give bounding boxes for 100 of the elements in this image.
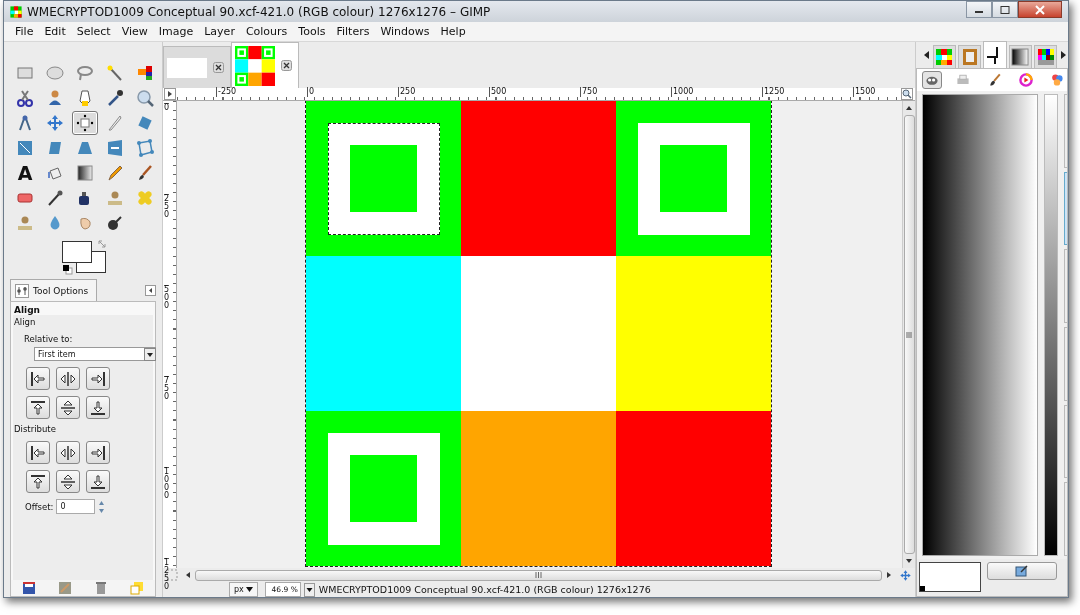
right-arrow-icon[interactable] — [1061, 51, 1066, 59]
dock-tab[interactable] — [1008, 45, 1032, 68]
up-arrow-icon[interactable] — [905, 105, 913, 111]
tool-button[interactable] — [72, 111, 98, 135]
distribute-button[interactable] — [86, 441, 110, 464]
lasso-icon — [75, 63, 95, 83]
close-icon[interactable] — [213, 62, 224, 73]
relative-label: Relative to: — [23, 333, 74, 345]
airbrush-icon — [45, 188, 65, 208]
wand-icon — [105, 63, 125, 83]
magnifier-icon[interactable] — [901, 88, 913, 100]
menu-item[interactable]: Help — [435, 25, 472, 38]
menu-item[interactable]: Edit — [39, 25, 72, 38]
tool-button[interactable]: A — [12, 161, 38, 185]
window-title: WMECRYPTOD1009 Conceptual 90.xcf-421.0 (RGB colour) 1276x1276 – GIMP — [27, 4, 491, 19]
status-text: WMECRYPTOD1009 Conceptual 90.xcf-421.0 (RGB colour) 1276x1276 — [318, 584, 651, 595]
dock-tool-button[interactable] — [922, 71, 943, 89]
default-colors-icon[interactable] — [63, 265, 73, 275]
align-button[interactable] — [56, 396, 80, 419]
options-title: Align — [13, 305, 41, 315]
grip-icon — [906, 331, 912, 338]
distribute-button[interactable] — [26, 470, 50, 493]
ruler-label: -250 — [216, 87, 237, 97]
close-icon — [1035, 4, 1045, 15]
align-bottom-icon — [89, 472, 107, 491]
color-swatches[interactable] — [62, 241, 106, 273]
scissors-icon — [15, 88, 35, 108]
magnifier-icon — [135, 88, 155, 108]
align-right-icon — [89, 369, 107, 388]
color-blocks-icon — [135, 63, 155, 83]
save-icon[interactable] — [22, 581, 36, 595]
sliders-icon — [15, 283, 29, 298]
blank-thumbnail — [167, 57, 207, 78]
menu-item[interactable]: Filters — [331, 25, 376, 38]
caret-icon[interactable] — [303, 582, 315, 597]
menu-item[interactable]: Layer — [199, 25, 241, 38]
tab-menu-icon[interactable] — [145, 285, 156, 296]
menu-item[interactable]: File — [10, 25, 40, 38]
align-button[interactable] — [26, 367, 50, 390]
gradient-icon — [1010, 47, 1031, 67]
dock-tab[interactable] — [1033, 45, 1058, 68]
menu-item[interactable]: Image — [153, 25, 200, 38]
distribute-button[interactable] — [56, 470, 80, 493]
edit-button[interactable] — [987, 562, 1057, 580]
close-button[interactable] — [1018, 1, 1062, 18]
tool-options-tab[interactable]: Tool Options — [10, 279, 98, 301]
pencil-note-icon — [1015, 565, 1029, 577]
align-middle-icon — [59, 472, 77, 491]
menu-item[interactable]: Colours — [240, 25, 294, 38]
align-right-icon — [89, 443, 107, 462]
minimize-button[interactable] — [966, 1, 992, 18]
distribute-button[interactable] — [86, 470, 110, 493]
color-square — [660, 145, 727, 212]
ruler-label: 500 — [489, 87, 507, 97]
align-button[interactable] — [86, 367, 110, 390]
close-icon[interactable] — [281, 60, 292, 71]
align-button[interactable] — [86, 396, 110, 419]
align-middle-icon — [59, 398, 77, 417]
left-arrow-icon[interactable] — [185, 571, 191, 579]
offset-field[interactable]: 0 — [56, 499, 96, 514]
swatches-icon — [1035, 47, 1056, 67]
move-arrows-icon[interactable] — [899, 568, 912, 582]
menu-item[interactable]: Select — [71, 25, 117, 38]
ruler-label: 1000 — [164, 467, 170, 500]
ellipse-icon — [45, 63, 65, 83]
menu-item[interactable]: Windows — [375, 25, 436, 38]
ruler-label: 250 — [398, 87, 416, 97]
down-arrow-icon[interactable] — [905, 558, 913, 564]
align-button[interactable] — [56, 367, 80, 390]
gradient-icon — [75, 163, 95, 183]
color-swatches[interactable] — [919, 562, 981, 592]
menu-item[interactable]: Tools — [293, 25, 332, 38]
left-arrow-icon[interactable] — [924, 51, 929, 59]
distribute-button[interactable] — [56, 441, 80, 464]
color-wheel-icon — [1017, 72, 1034, 88]
offset-label: Offset: — [25, 500, 54, 513]
align-button[interactable] — [26, 396, 50, 419]
round-tool-icon — [105, 213, 125, 233]
menu-item[interactable]: View — [116, 25, 154, 38]
align-top-icon — [29, 472, 47, 491]
trash-icon[interactable] — [94, 581, 108, 595]
ruler-menu-icon[interactable] — [164, 88, 176, 100]
ruler-label: 0 — [164, 103, 170, 112]
distribute-button[interactable] — [26, 441, 50, 464]
ruler-label: 1500 — [853, 87, 876, 97]
right-arrow-icon[interactable] — [886, 571, 892, 579]
ruler-label: 500 — [164, 285, 170, 310]
maximize-button[interactable] — [992, 1, 1018, 18]
spin-arrows-icon[interactable] — [98, 499, 106, 514]
ruler-label: 0 — [307, 87, 315, 97]
image-tab[interactable] — [231, 42, 299, 88]
image[interactable] — [306, 101, 771, 566]
restore-icon[interactable] — [58, 581, 72, 595]
dock-tab[interactable] — [983, 41, 1007, 68]
relative-dropdown[interactable]: First item — [34, 347, 156, 361]
unit-dropdown[interactable]: px — [229, 582, 258, 597]
vertical-scrollbar[interactable] — [902, 101, 915, 568]
align-bottom-icon — [89, 398, 107, 417]
color-square — [350, 455, 417, 522]
grid-thumbnail — [235, 45, 275, 86]
